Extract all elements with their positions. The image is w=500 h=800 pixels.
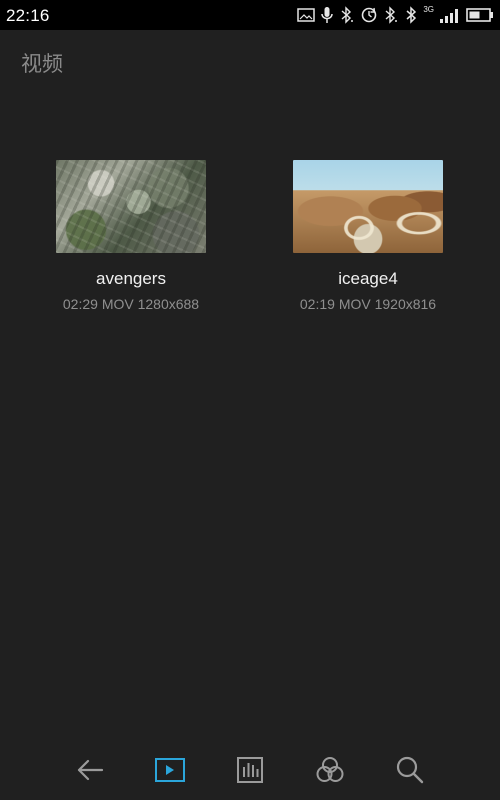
- video-meta: 02:29 MOV 1280x688: [62, 296, 200, 312]
- status-time: 22:16: [6, 6, 50, 25]
- effects-circles-icon: [316, 757, 344, 782]
- sync-icon: [360, 6, 378, 24]
- status-icons: 3G: [297, 4, 494, 26]
- video-meta: 02:19 MOV 1920x816: [299, 296, 437, 312]
- video-tab[interactable]: [150, 750, 190, 790]
- back-button[interactable]: [70, 750, 110, 790]
- status-bar: 22:16 3G: [0, 0, 500, 30]
- back-arrow-icon: [77, 759, 104, 781]
- video-title[interactable]: iceage4: [293, 269, 443, 289]
- search-icon: [396, 756, 424, 784]
- bluetooth-icon: [404, 6, 418, 24]
- bluetooth-icon: [339, 6, 355, 24]
- page-title: 视频: [21, 53, 63, 76]
- image-icon: [297, 8, 316, 22]
- video-thumbnail[interactable]: [56, 160, 206, 253]
- video-item-avengers[interactable]: avengers 02:29 MOV 1280x688: [56, 160, 206, 313]
- effects-tab[interactable]: [310, 750, 350, 790]
- video-play-icon: [155, 758, 185, 782]
- video-thumbnail[interactable]: [293, 160, 443, 253]
- music-tab[interactable]: [230, 750, 270, 790]
- music-bars-icon: [237, 757, 263, 783]
- network-type-label: 3G: [423, 4, 434, 14]
- search-tab[interactable]: [390, 750, 430, 790]
- video-title[interactable]: avengers: [56, 269, 206, 289]
- battery-icon: [466, 7, 494, 23]
- bottom-navigation: [0, 742, 500, 800]
- microphone-icon: [320, 6, 334, 24]
- signal-icon: [439, 6, 461, 24]
- bluetooth-icon: [383, 6, 399, 24]
- video-item-iceage4[interactable]: iceage4 02:19 MOV 1920x816: [293, 160, 443, 313]
